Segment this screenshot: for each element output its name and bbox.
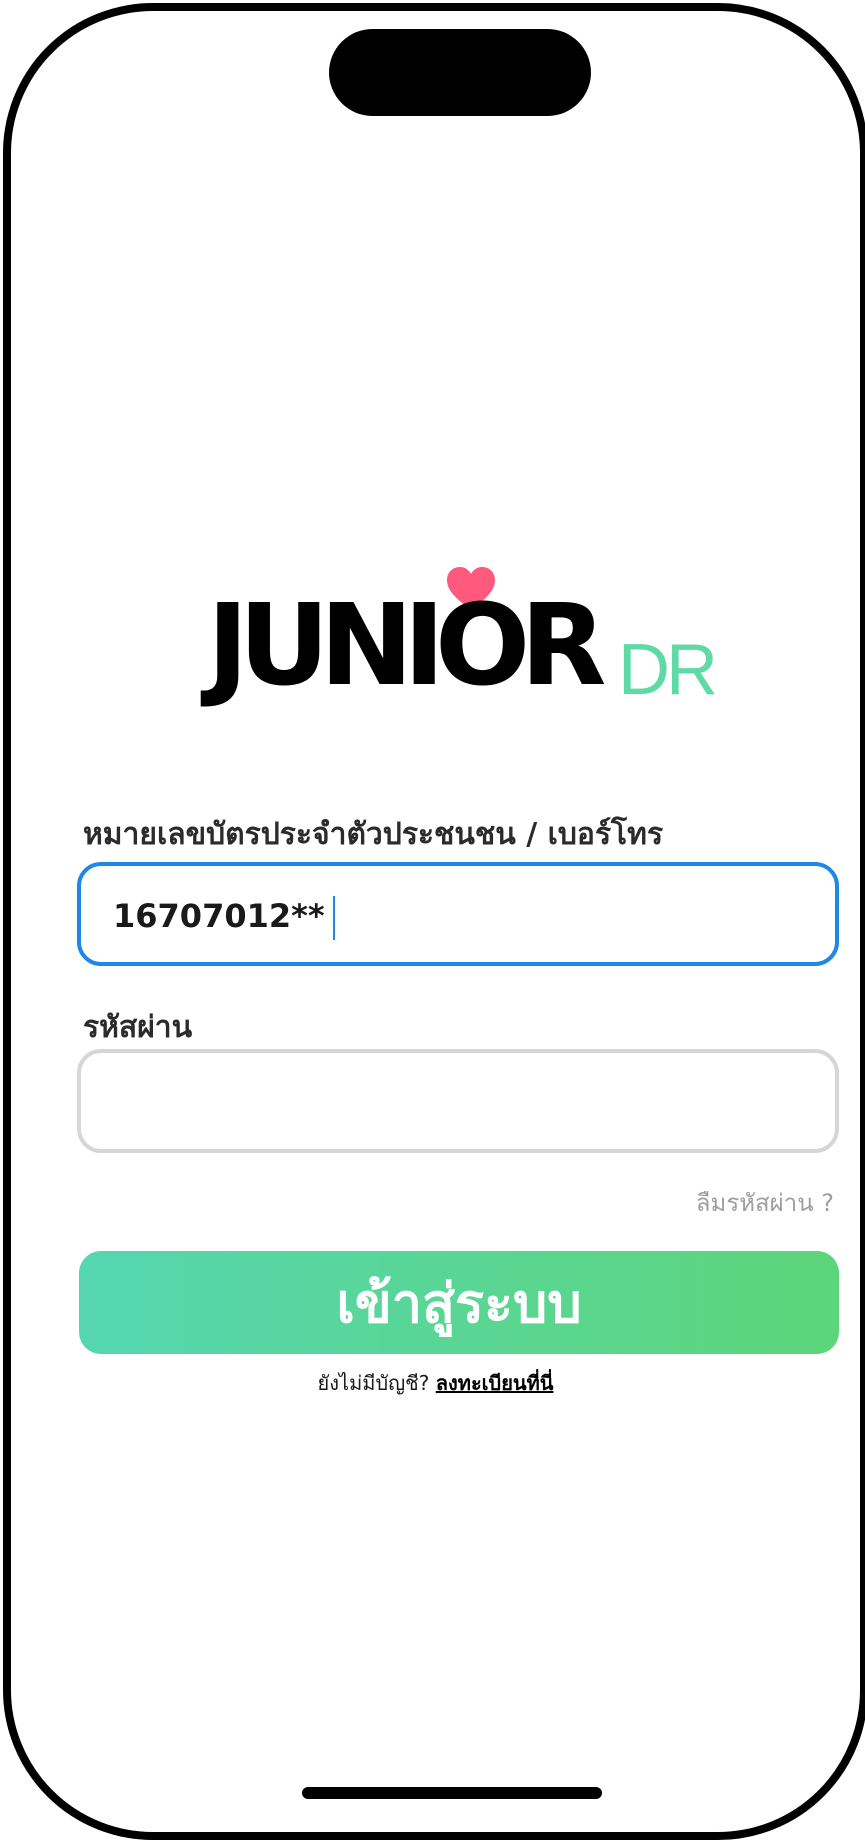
password-field-label: รหัสผ่าน xyxy=(83,1010,193,1045)
register-prompt: ยังไม่มีบัญชี? ลงทะเบียนที่นี่ xyxy=(11,1367,860,1399)
logo-wordmark: JUNIOR xyxy=(207,581,606,711)
login-button[interactable]: เข้าสู่ระบบ xyxy=(79,1251,839,1354)
id-field-label: หมายเลขบัตรประจำตัวประชนชน / เบอร์โทร xyxy=(83,817,664,852)
text-caret xyxy=(332,896,335,940)
dynamic-island xyxy=(329,29,591,116)
home-indicator xyxy=(302,1787,602,1799)
forgot-password-link[interactable]: ลืมรหัสผ่าน ? xyxy=(696,1183,834,1222)
phone-frame: JUNIOR DR หมายเลขบัตรประจำตัวประชนชน / เ… xyxy=(3,3,865,1840)
junior-dr-logo: JUNIOR DR xyxy=(207,556,718,726)
logo-suffix: DR xyxy=(618,630,718,710)
register-link[interactable]: ลงทะเบียนที่นี่ xyxy=(436,1371,554,1395)
no-account-text: ยังไม่มีบัญชี? xyxy=(317,1371,430,1395)
id-input-value: 16707012** xyxy=(113,897,325,935)
password-input[interactable] xyxy=(77,1049,839,1153)
id-input[interactable]: 16707012** xyxy=(77,862,839,966)
